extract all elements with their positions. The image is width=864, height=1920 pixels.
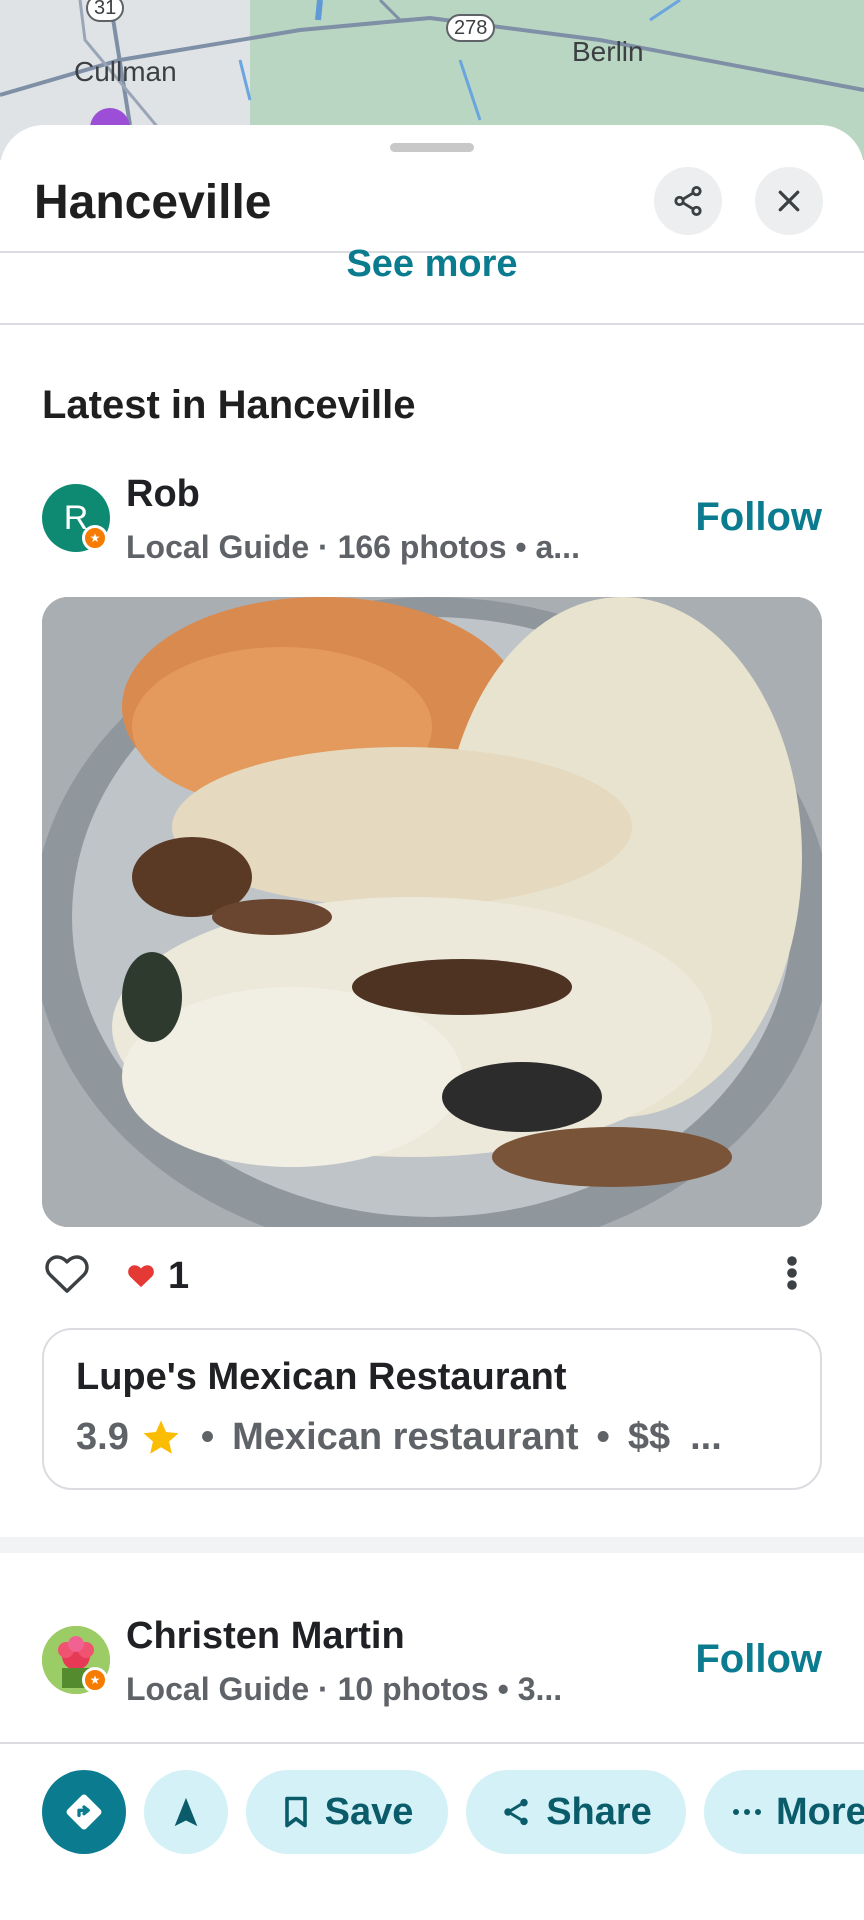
bottom-action-bar: Save Share More — [0, 1742, 864, 1920]
place-category: Mexican restaurant — [232, 1416, 579, 1458]
save-label: Save — [324, 1790, 414, 1833]
save-button[interactable]: Save — [246, 1770, 448, 1854]
place-meta: 3.9 • Mexican restaurant • $$ ... — [76, 1416, 722, 1459]
food-photo-image — [42, 597, 822, 1227]
directions-icon — [66, 1794, 102, 1830]
separator-dot: • — [596, 1416, 610, 1458]
start-navigation-button[interactable] — [144, 1770, 228, 1854]
more-options-icon[interactable] — [786, 1255, 798, 1291]
see-more-link[interactable]: See more — [0, 243, 864, 286]
like-heart-icon[interactable] — [44, 1252, 90, 1294]
map-label-cullman: Cullman — [74, 56, 177, 87]
route-shield-31: 31 — [86, 0, 125, 22]
author-name[interactable]: Rob — [126, 473, 200, 516]
section-title: Latest in Hanceville — [42, 383, 416, 427]
post-photo[interactable] — [42, 597, 822, 1227]
place-name: Lupe's Mexican Restaurant — [76, 1356, 567, 1398]
share-label: Share — [546, 1790, 652, 1833]
local-guide-badge-icon: ★ — [82, 525, 108, 551]
directions-button[interactable] — [42, 1770, 126, 1854]
like-count: 1 — [168, 1255, 190, 1297]
share-button[interactable] — [654, 167, 722, 235]
place-sheet: Hanceville See more Latest in Hanceville… — [0, 125, 864, 1920]
share-icon — [674, 185, 702, 217]
local-guide-badge-icon: ★ — [82, 1667, 108, 1693]
place-card[interactable]: Lupe's Mexican Restaurant 3.9 • Mexican … — [42, 1328, 822, 1490]
follow-button[interactable]: Follow — [695, 495, 822, 540]
more-label: More — [776, 1790, 864, 1833]
place-meta-overflow: ... — [690, 1416, 722, 1458]
liked-heart-icon — [128, 1265, 154, 1288]
star-icon — [143, 1420, 179, 1454]
sheet-drag-handle[interactable] — [390, 143, 474, 152]
sheet-title: Hanceville — [34, 176, 272, 229]
share-icon — [504, 1798, 528, 1826]
place-rating: 3.9 — [76, 1416, 129, 1458]
author-meta: Local Guide · 10 photos • 3... — [126, 1671, 563, 1707]
separator-dot: • — [200, 1416, 215, 1458]
share-place-button[interactable]: Share — [466, 1770, 686, 1854]
more-dots-icon — [733, 1809, 761, 1815]
author-meta: Local Guide · 166 photos • a... — [126, 529, 580, 565]
close-icon — [778, 190, 800, 212]
navigation-arrow-icon — [174, 1797, 198, 1827]
close-button[interactable] — [755, 167, 823, 235]
bookmark-icon — [284, 1796, 307, 1828]
route-shield-278: 278 — [446, 14, 496, 42]
author-name[interactable]: Christen Martin — [126, 1615, 405, 1658]
place-price: $$ — [627, 1416, 671, 1458]
section-divider — [0, 323, 864, 325]
more-button[interactable]: More — [704, 1770, 864, 1854]
post-separator-band — [0, 1537, 864, 1553]
follow-button[interactable]: Follow — [695, 1637, 822, 1682]
map-label-berlin: Berlin — [572, 36, 644, 67]
